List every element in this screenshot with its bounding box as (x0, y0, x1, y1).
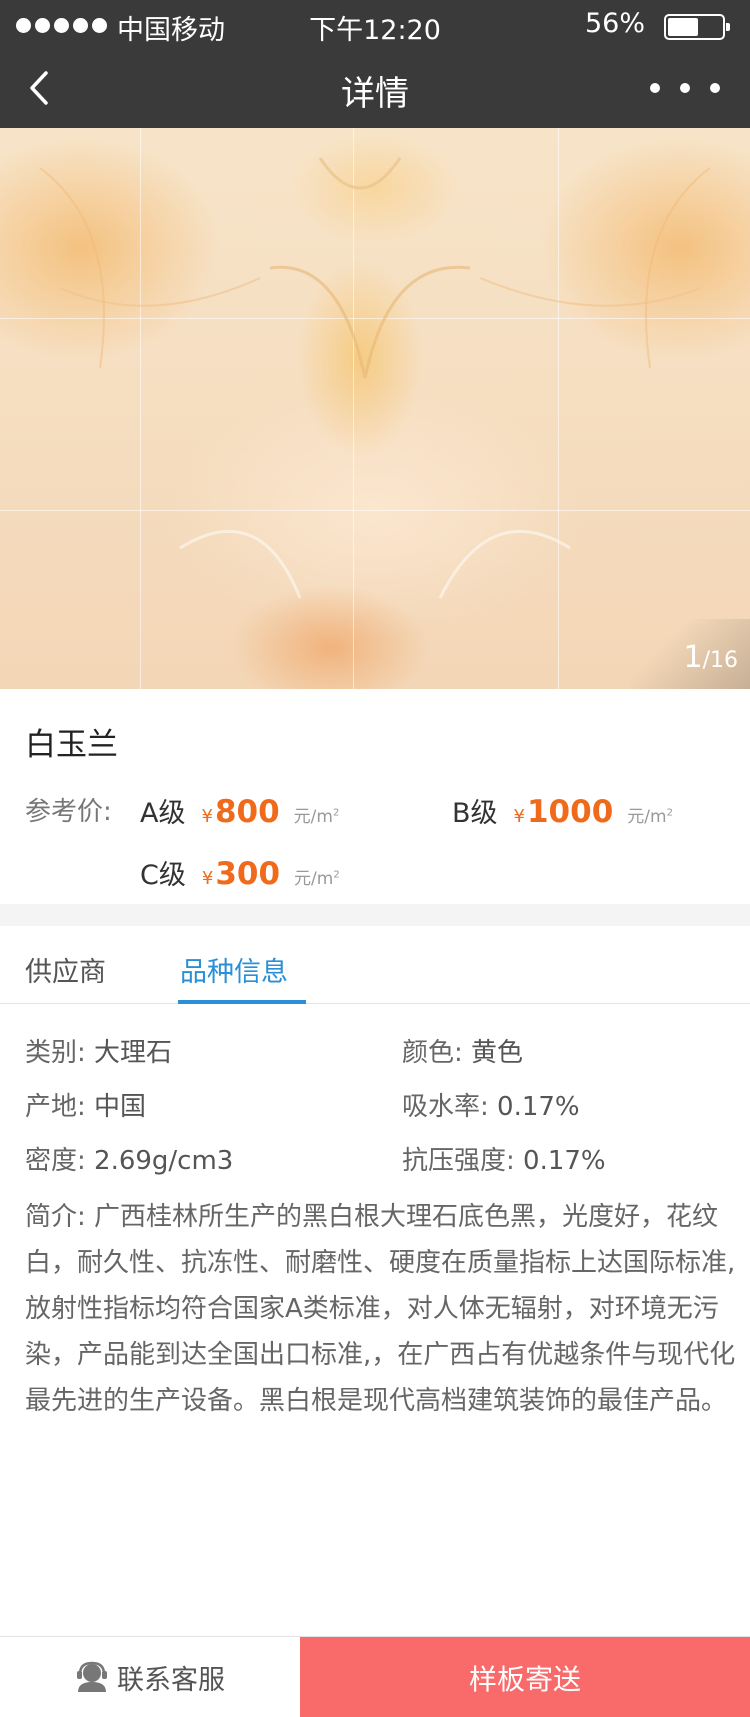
price-label: 参考价: (25, 797, 112, 827)
more-dots-icon (650, 83, 660, 93)
grade-price: 300 (215, 856, 281, 892)
detail-tabs: 供应商 品种信息 (0, 926, 750, 1004)
product-summary: 白玉兰 参考价: A级 ¥ 800 元/m2 B级 ¥ 1000 元/m2 C级… (0, 689, 750, 904)
price-grade-c: C级 ¥ 300 元/m2 (140, 853, 340, 892)
info-category: 类别: 大理石 (25, 1038, 173, 1068)
currency-symbol: ¥ (513, 806, 525, 827)
info-density: 密度: 2.69g/cm3 (25, 1146, 234, 1176)
tab-supplier[interactable]: 供应商 (25, 950, 106, 989)
info-water-absorption: 吸水率: 0.17% (402, 1092, 580, 1122)
contact-service-label: 联系客服 (117, 1664, 225, 1696)
info-compressive-strength: 抗压强度: 0.17% (402, 1146, 606, 1176)
currency-symbol: ¥ (201, 868, 214, 889)
section-divider (0, 904, 750, 926)
image-counter: 1/16 (630, 619, 750, 689)
product-description: 简介: 广西桂林所生产的黑白根大理石底色黑，光度好，花纹白，耐久性、抗冻性、耐磨… (25, 1202, 736, 1416)
page-title: 详情 (341, 74, 409, 114)
info-color: 颜色: 黄色 (402, 1038, 524, 1068)
sample-delivery-button[interactable]: 样板寄送 (300, 1637, 750, 1717)
status-bar: 中国移动 下午12:20 56% (0, 0, 750, 48)
info-origin: 产地: 中国 (25, 1092, 147, 1122)
price-unit: 元/m2 (293, 807, 340, 827)
image-counter-total: /16 (702, 648, 738, 673)
bottom-action-bar: 联系客服 样板寄送 (0, 1636, 750, 1717)
contact-service-button[interactable]: 联系客服 (0, 1637, 300, 1717)
grade-label: A级 (140, 798, 186, 829)
more-button[interactable] (650, 68, 720, 108)
grade-price: 800 (214, 794, 280, 830)
top-bar: 中国移动 下午12:20 56% 详情 (0, 0, 750, 128)
tab-variety-info[interactable]: 品种信息 (180, 950, 288, 989)
price-unit: 元/m2 (627, 807, 673, 827)
grade-price: 1000 (526, 794, 614, 830)
chevron-left-icon (30, 71, 48, 105)
grade-label: C级 (140, 860, 186, 891)
currency-symbol: ¥ (201, 806, 213, 827)
customer-service-icon (77, 1661, 107, 1692)
navigation-bar: 详情 (0, 48, 750, 128)
grade-label: B级 (452, 798, 498, 829)
marble-pattern (39, 157, 711, 599)
product-name: 白玉兰 (25, 727, 118, 763)
product-image-carousel[interactable]: 1/16 (0, 128, 750, 689)
price-unit: 元/m2 (294, 869, 340, 889)
battery-icon (664, 14, 730, 40)
active-tab-indicator (178, 1000, 306, 1004)
image-counter-current: 1 (683, 640, 703, 675)
price-grade-a: A级 ¥ 800 元/m2 (140, 791, 339, 830)
price-grade-b: B级 ¥ 1000 元/m2 (452, 791, 673, 830)
back-button[interactable] (20, 58, 80, 118)
battery-percent: 56% (584, 8, 645, 39)
